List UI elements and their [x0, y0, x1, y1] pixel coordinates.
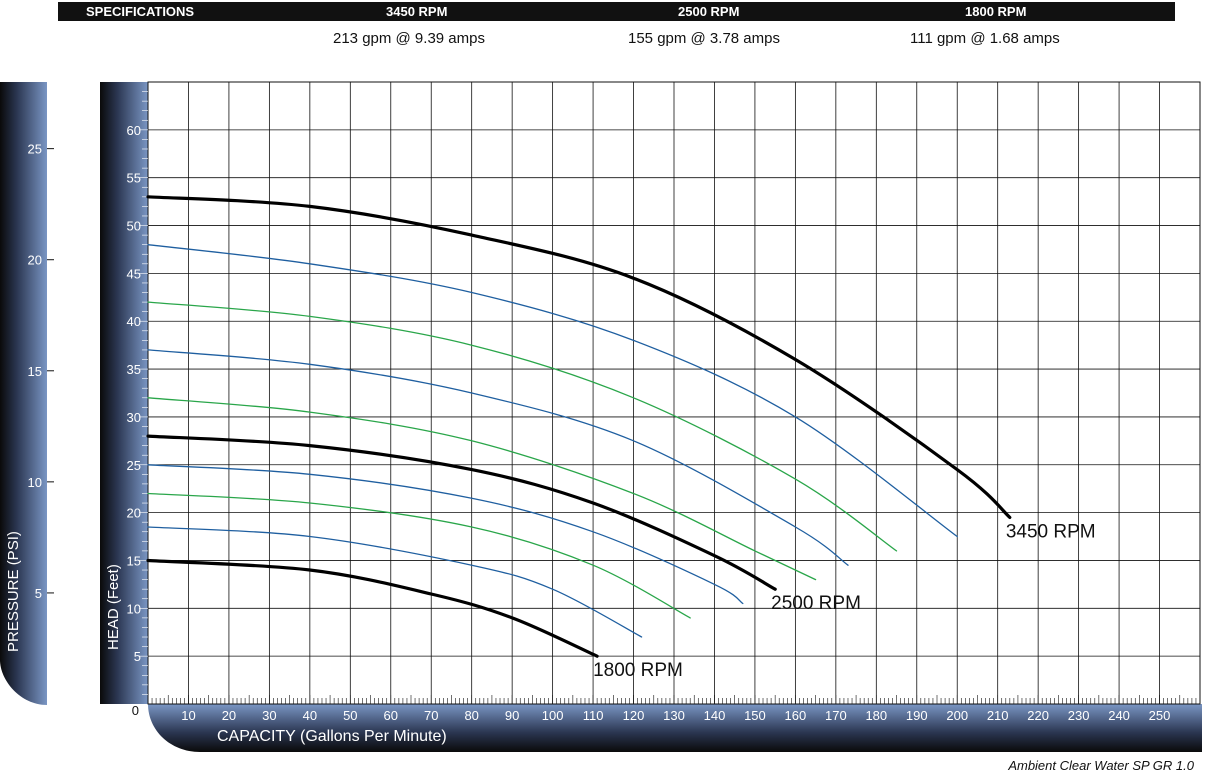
pressure-axis-title: PRESSURE (PSI): [5, 531, 22, 652]
x-tick-label: 200: [946, 708, 968, 723]
x-tick-label: 40: [303, 708, 317, 723]
y-axis-title: HEAD (Feet): [105, 564, 122, 650]
x-tick-label: 90: [505, 708, 519, 723]
y-tick-label: 20: [127, 506, 141, 521]
x-tick-label: 50: [343, 708, 357, 723]
x-tick-label: 190: [906, 708, 928, 723]
footer-note: Ambient Clear Water SP GR 1.0: [1008, 758, 1194, 773]
y-tick-label: 60: [127, 123, 141, 138]
chart-grid: [147, 81, 1201, 705]
y-tick-label: 10: [127, 601, 141, 616]
x-tick-label: 30: [262, 708, 276, 723]
x-tick-label: 240: [1108, 708, 1130, 723]
x-tick-label: 70: [424, 708, 438, 723]
x-tick-label: 250: [1149, 708, 1171, 723]
x-tick-label: 140: [704, 708, 726, 723]
x-tick-label: 160: [785, 708, 807, 723]
x-tick-label: 150: [744, 708, 766, 723]
y-tick-label: 40: [127, 314, 141, 329]
x-tick-label: 230: [1068, 708, 1090, 723]
pressure-tick-label: 25: [28, 142, 42, 157]
y-tick-label: 25: [127, 458, 141, 473]
x-tick-label: 10: [181, 708, 195, 723]
curve-label-3450-rpm: 3450 RPM: [1006, 521, 1096, 542]
y-tick-label: 15: [127, 553, 141, 568]
x-tick-label: 60: [384, 708, 398, 723]
y-tick-label: 55: [127, 171, 141, 186]
x-axis-title: CAPACITY (Gallons Per Minute): [217, 728, 447, 745]
x-tick-label: 20: [222, 708, 236, 723]
x-tick-label: 170: [825, 708, 847, 723]
curve-label-1800-rpm: 1800 RPM: [593, 660, 683, 681]
x-tick-label: 110: [583, 708, 604, 723]
x-tick-label: 100: [542, 708, 564, 723]
pressure-tick-label: 20: [28, 253, 42, 268]
y-tick-label: 35: [127, 362, 141, 377]
y-tick-label: 30: [127, 410, 141, 425]
x-tick-label: 220: [1027, 708, 1049, 723]
x-tick-label: 120: [623, 708, 645, 723]
x-tick-label: 180: [865, 708, 887, 723]
x-tick-label: 80: [464, 708, 478, 723]
y-tick-label: 5: [134, 649, 141, 664]
x-tick-label: 130: [663, 708, 685, 723]
pressure-tick-label: 15: [28, 364, 42, 379]
pressure-tick-label: 5: [35, 586, 42, 601]
pump-curve-chart: 10 20 30 40 50 60 70 80 90 100 110 120 130 140 150 160 1…: [0, 81, 1202, 752]
y-tick-label: 45: [127, 266, 141, 281]
y-tick-label: 0: [132, 703, 139, 718]
pressure-tick-label: 10: [28, 475, 42, 490]
curve-label-2500-rpm: 2500 RPM: [771, 593, 861, 614]
y-tick-label: 50: [127, 219, 141, 234]
x-tick-label: 210: [987, 708, 1009, 723]
